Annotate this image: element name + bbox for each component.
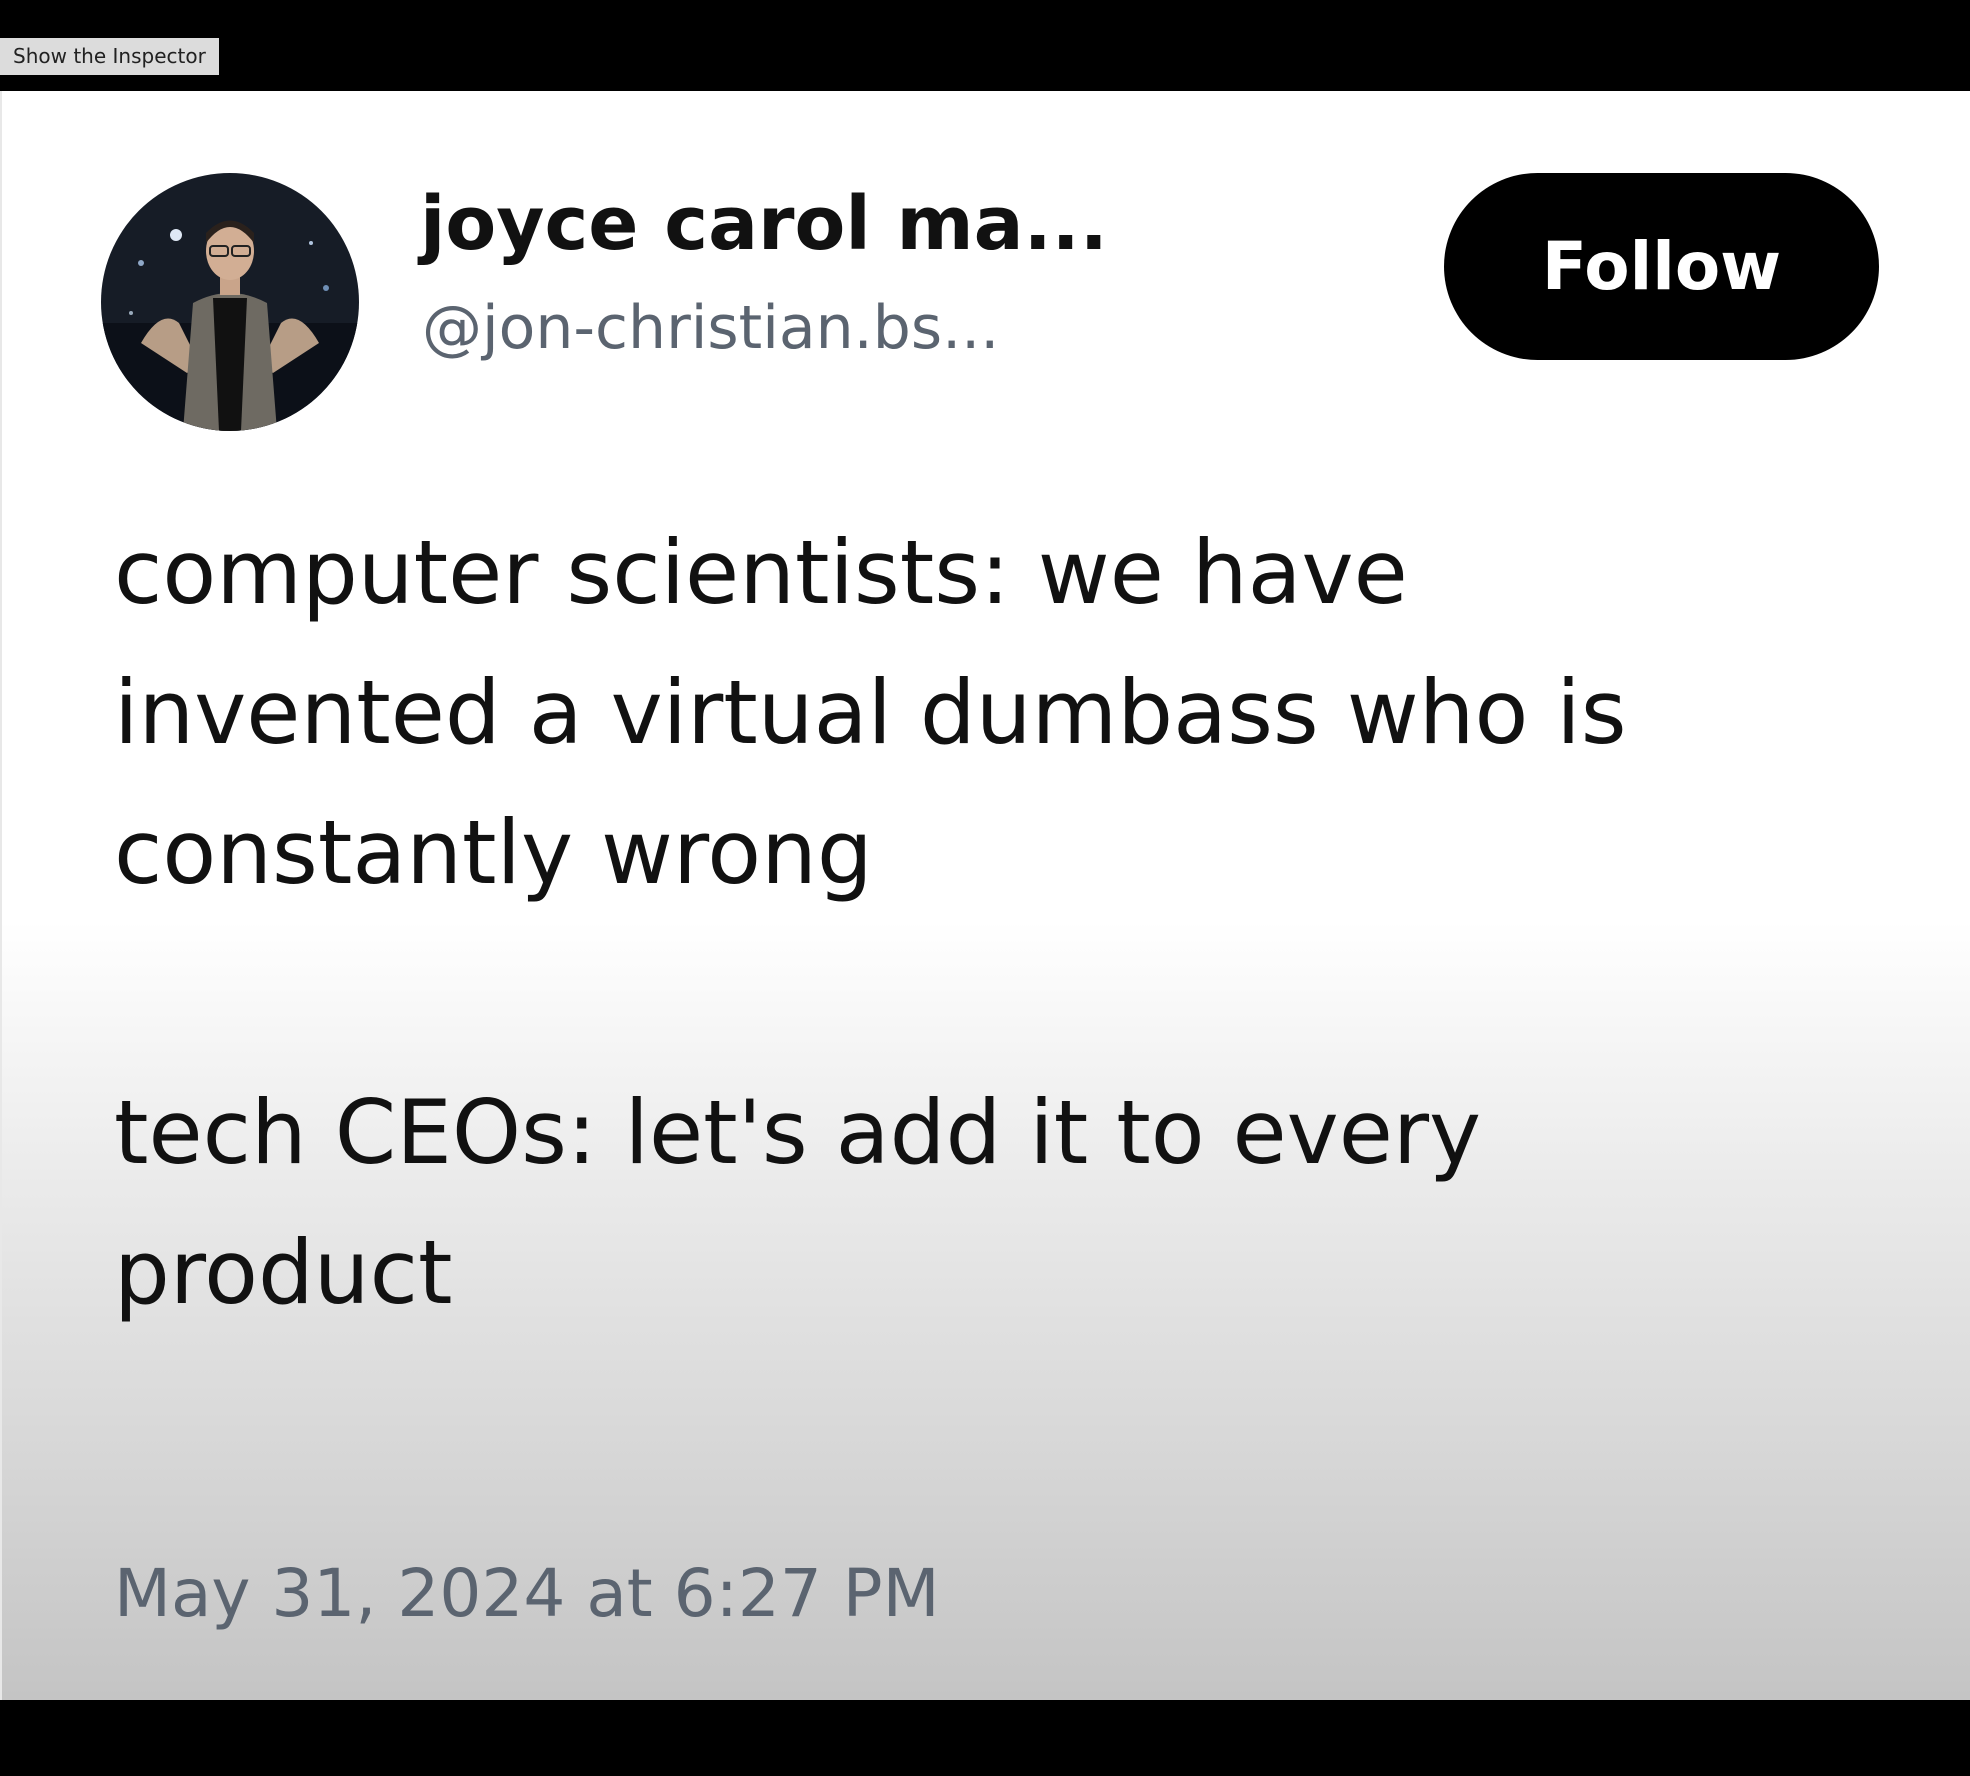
post-text-line: constantly wrong <box>114 801 873 904</box>
avatar[interactable] <box>101 173 359 431</box>
show-inspector-button[interactable]: Show the Inspector <box>0 38 219 75</box>
avatar-photo <box>101 173 359 431</box>
window-bottom-bar <box>0 1700 1970 1776</box>
post-timestamp: May 31, 2024 at 6:27 PM <box>114 1555 940 1632</box>
post-text-line: invented a virtual dumbass who is <box>114 661 1627 764</box>
author-display-name[interactable]: joyce carol ma... <box>420 179 1108 269</box>
post-text: computer scientists: we have invented a … <box>114 503 1814 1343</box>
post-text-line: computer scientists: we have <box>114 521 1408 624</box>
window-top-bar: Show the Inspector <box>0 0 1970 91</box>
post-text-line: product <box>114 1221 453 1324</box>
post-card: joyce carol ma... @jon-christian.bs... F… <box>0 91 1970 1700</box>
follow-button[interactable]: Follow <box>1444 173 1879 360</box>
author-handle[interactable]: @jon-christian.bs... <box>422 290 999 366</box>
post-text-line: tech CEOs: let's add it to every <box>114 1081 1482 1184</box>
